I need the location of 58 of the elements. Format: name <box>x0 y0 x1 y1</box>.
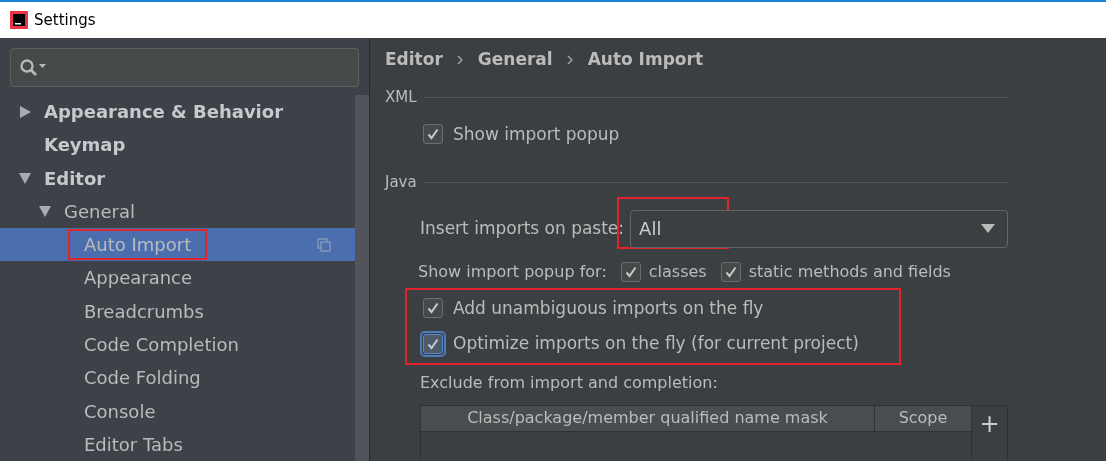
checkbox[interactable] <box>423 298 443 319</box>
breadcrumb-item[interactable]: Auto Import <box>587 47 703 73</box>
tree-label: Appearance <box>84 266 193 291</box>
chevron-icon <box>456 55 464 65</box>
section-title: XML <box>385 87 417 108</box>
collapse-arrow-icon[interactable] <box>18 171 32 186</box>
checkbox[interactable] <box>720 261 741 282</box>
tree-label: General <box>64 199 135 224</box>
dropdown[interactable]: All <box>630 209 1008 248</box>
tree-label: Editor <box>44 166 106 191</box>
checkbox-label: classes <box>648 260 707 283</box>
window-title: Settings <box>34 9 96 31</box>
dropdown-value: All <box>639 217 662 241</box>
tree-label: Code Folding <box>84 366 201 391</box>
tree-item[interactable]: Editor Tabs <box>0 427 355 461</box>
checkbox-label: Show import popup <box>453 122 620 146</box>
checkbox[interactable] <box>423 124 443 145</box>
checkmark-icon <box>426 127 440 142</box>
copy-icon <box>317 237 331 252</box>
tree-label: Appearance & Behavior <box>44 100 284 125</box>
checkmark-icon <box>426 301 440 316</box>
checkbox[interactable] <box>620 261 641 282</box>
collapse-arrow-icon[interactable] <box>38 204 52 219</box>
tree-item[interactable]: Code Completion <box>0 327 355 362</box>
column-header[interactable]: Scope <box>875 405 971 431</box>
app-logo-icon <box>10 11 28 29</box>
field-label: Exclude from import and completion: <box>420 371 719 394</box>
column-header[interactable]: Class/package/member qualified name mask <box>421 405 875 431</box>
tree-item[interactable]: Code Folding <box>0 361 355 395</box>
tree-item[interactable]: Appearance <box>0 261 355 295</box>
tree-item[interactable]: Keymap <box>0 128 355 162</box>
checkmark-icon <box>426 336 440 351</box>
expand-arrow-icon[interactable] <box>18 104 32 119</box>
tree-item[interactable]: Console <box>0 394 355 428</box>
scrollbar-track[interactable] <box>355 95 369 461</box>
checkmark-icon <box>723 264 738 279</box>
tree-label: Auto Import <box>70 231 206 259</box>
search-field[interactable] <box>10 48 359 87</box>
tree-item[interactable]: Appearance & Behavior <box>0 95 355 129</box>
tree-item[interactable]: General <box>0 194 355 229</box>
tree-item[interactable]: Breadcrumbs <box>0 294 355 328</box>
field-label: Show import popup for: <box>418 260 607 283</box>
tree-item[interactable]: Editor <box>0 161 355 195</box>
checkmark-icon <box>623 264 638 279</box>
checkbox-label: static methods and fields <box>748 260 951 283</box>
breadcrumb-item[interactable]: Editor <box>385 47 443 73</box>
tree-label: Keymap <box>44 133 126 158</box>
breadcrumb-item[interactable]: General <box>477 47 553 73</box>
tree-label: Code Completion <box>84 333 239 357</box>
checkbox-label: Add unambiguous imports on the fly <box>453 296 764 320</box>
tree-label: Editor Tabs <box>84 432 183 457</box>
section-title: Java <box>385 172 417 193</box>
dropdown-arrow-icon <box>981 224 995 233</box>
chevron-icon <box>566 55 574 65</box>
tree-label: Breadcrumbs <box>84 299 204 324</box>
search-icon <box>19 57 47 78</box>
checkbox-label: Optimize imports on the fly (for current project) <box>453 332 859 355</box>
tree-label: Console <box>84 399 156 424</box>
